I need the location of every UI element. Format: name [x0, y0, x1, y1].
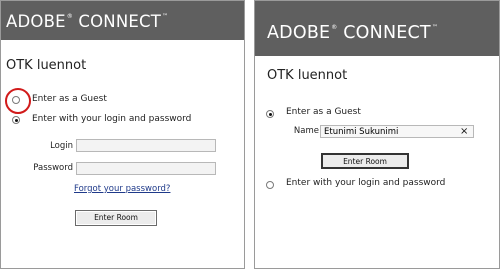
login-panel-right: ADOBE® CONNECT™ OTK luennot Enter as a G… [254, 0, 500, 269]
guest-option-label: Enter as a Guest [286, 107, 361, 117]
login-radio[interactable] [12, 116, 20, 124]
password-field[interactable] [76, 162, 216, 175]
header-bar: ADOBE® CONNECT™ [255, 1, 499, 56]
guest-radio[interactable] [266, 110, 274, 118]
header-bar: ADOBE® CONNECT™ [1, 1, 244, 40]
name-field[interactable] [320, 125, 474, 138]
forgot-password-link[interactable]: Forgot your password? [74, 184, 170, 194]
enter-room-button[interactable]: Enter Room [75, 210, 157, 226]
login-panel-left: ADOBE® CONNECT™ OTK luennot Enter as a G… [0, 0, 245, 269]
login-field[interactable] [76, 139, 216, 152]
guest-option-label: Enter as a Guest [32, 94, 107, 104]
adobe-connect-logo: ADOBE® CONNECT™ [267, 23, 439, 43]
name-label: Name [293, 126, 319, 136]
clear-icon[interactable]: × [460, 125, 468, 138]
meeting-title: OTK luennot [267, 68, 348, 83]
meeting-title: OTK luennot [6, 58, 87, 73]
login-option-label: Enter with your login and password [32, 114, 192, 124]
enter-room-button[interactable]: Enter Room [321, 153, 409, 169]
adobe-connect-logo: ADOBE® CONNECT™ [6, 12, 169, 31]
login-option-label: Enter with your login and password [286, 178, 446, 188]
password-label: Password [33, 163, 73, 173]
highlight-circle [5, 88, 31, 114]
login-radio[interactable] [266, 181, 274, 189]
login-label: Login [50, 141, 73, 151]
